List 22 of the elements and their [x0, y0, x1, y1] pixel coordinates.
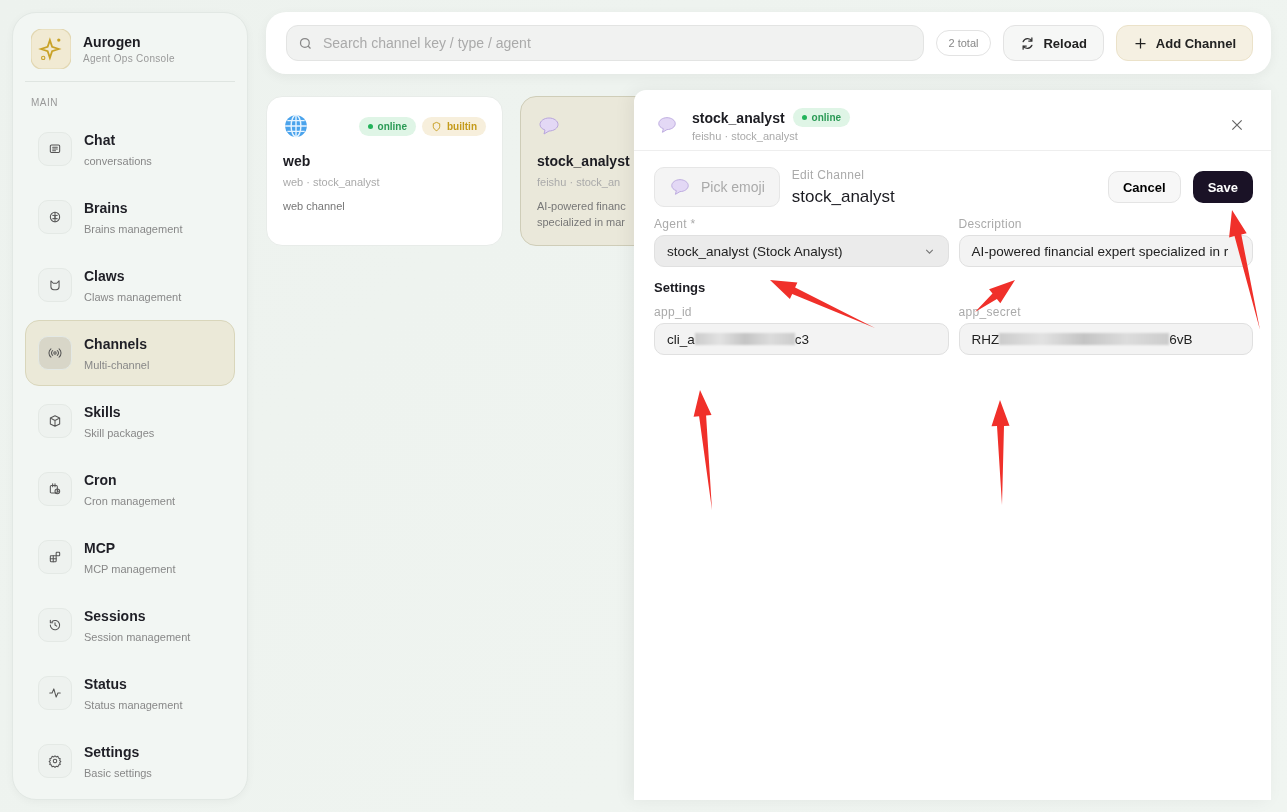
drawer-title: stock_analyst [692, 109, 785, 126]
channel-description: web channel [283, 199, 345, 214]
channel-name: web [283, 153, 311, 169]
field-label: Agent * [654, 217, 697, 231]
field-label: app_id [654, 305, 693, 319]
status-badge: online [792, 108, 851, 127]
brand-name: Aurogen [83, 34, 142, 50]
mode-label: Edit Channel [791, 167, 866, 182]
field-label: app_secret [958, 305, 1022, 319]
channel-meta: feishu · stock_an [537, 176, 621, 188]
drawer-meta: feishu · stock_analyst [692, 130, 799, 142]
field-label: Description [958, 217, 1023, 231]
section-label: MAIN [31, 97, 59, 108]
builtin-badge: builtin [422, 116, 486, 136]
status-badge: online [358, 116, 416, 136]
channel-title: stock_analyst [791, 186, 896, 207]
brand-subtitle: Agent Ops Console [83, 53, 175, 64]
channel-description-line: specialized in mar [537, 214, 626, 230]
section-heading: Settings [654, 280, 707, 295]
channel-description-line: AI-powered financ [537, 199, 626, 214]
channel-name: stock_analyst [537, 153, 630, 169]
channel-meta: web · stock_analyst [283, 176, 380, 188]
